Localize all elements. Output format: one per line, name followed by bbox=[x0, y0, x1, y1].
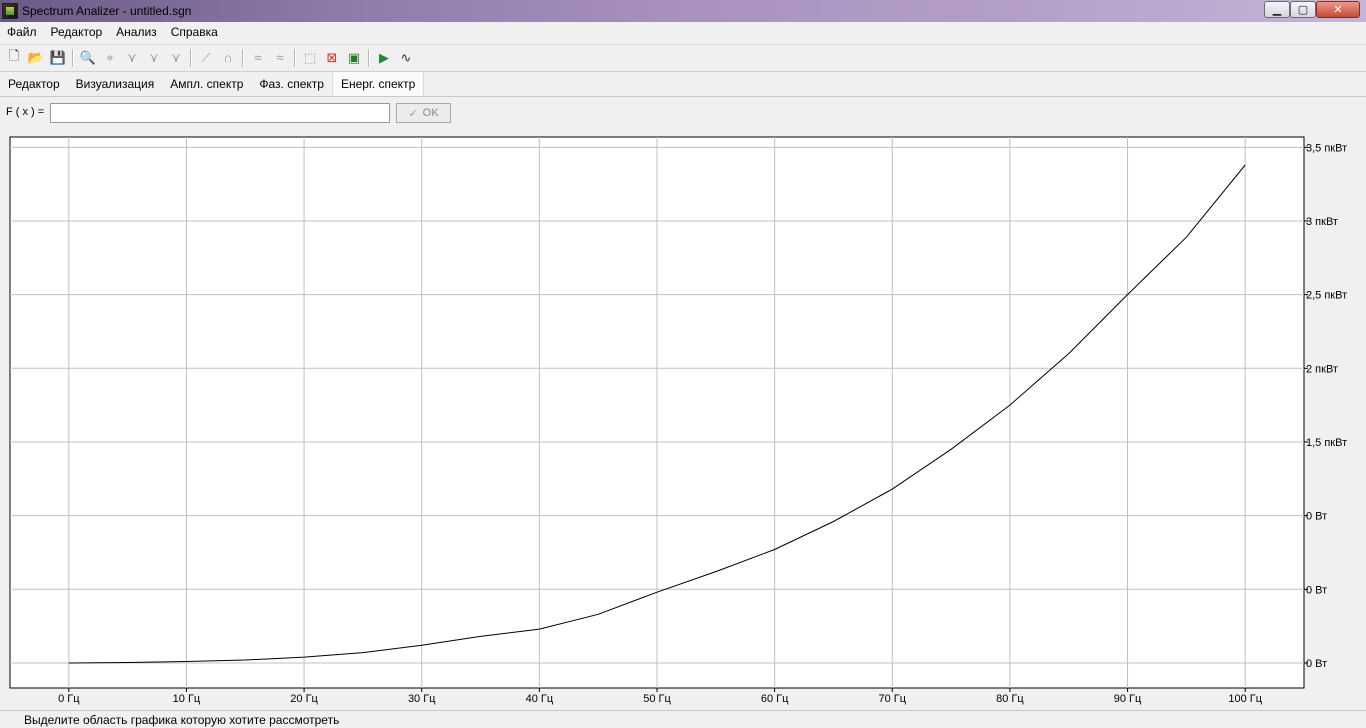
tab-visualization[interactable]: Визуализация bbox=[68, 72, 163, 96]
status-bar: Выделите область графика которую хотите … bbox=[0, 710, 1366, 728]
maximize-button[interactable]: ▢ bbox=[1290, 1, 1316, 18]
y-axis-ticks: 0 Вт 0 Вт 0 Вт 1,5 пкВт 2 пкВт 2,5 пкВт 3 пкВт… bbox=[1304, 142, 1347, 670]
graph-window-icon[interactable]: ▣ bbox=[343, 47, 365, 69]
toolbar-separator bbox=[190, 48, 192, 67]
x-tick-label: 20 Гц bbox=[290, 693, 318, 705]
chart-area[interactable]: 0 Гц 10 Гц 20 Гц 30 Гц 40 Гц 50 Гц 60 Гц 70 Гц 8… bbox=[0, 130, 1366, 710]
checkmark-icon: ✓ bbox=[408, 107, 418, 120]
filter-high-icon[interactable]: ⋎ bbox=[143, 47, 165, 69]
filter-low-icon[interactable]: ⋎ bbox=[121, 47, 143, 69]
tab-amplitude-spectrum[interactable]: Ампл. спектр bbox=[162, 72, 251, 96]
view-tabs: Редактор Визуализация Ампл. спектр Фаз. … bbox=[0, 71, 1366, 97]
wave-shift-right-icon[interactable]: ≈ bbox=[269, 47, 291, 69]
x-tick-label: 10 Гц bbox=[173, 693, 201, 705]
toolbar-separator bbox=[72, 48, 74, 67]
minimize-button[interactable]: ▁ bbox=[1264, 1, 1290, 18]
menu-analysis[interactable]: Анализ bbox=[109, 25, 164, 39]
y-tick-label: 0 Вт bbox=[1306, 584, 1327, 596]
line-icon[interactable]: ⟋ bbox=[195, 47, 217, 69]
window-title: Spectrum Analizer - untitled.sgn bbox=[22, 4, 192, 18]
y-tick-label: 2 пкВт bbox=[1306, 363, 1338, 375]
x-tick-label: 80 Гц bbox=[996, 693, 1024, 705]
title-bar: Spectrum Analizer - untitled.sgn ▁ ▢ ✕ bbox=[0, 0, 1366, 22]
x-tick-label: 70 Гц bbox=[878, 693, 906, 705]
x-tick-label: 60 Гц bbox=[761, 693, 789, 705]
save-icon[interactable]: 💾 bbox=[47, 47, 69, 69]
zoom-icon[interactable]: 🔍 bbox=[77, 47, 99, 69]
ok-button[interactable]: ✓ OK bbox=[396, 103, 451, 123]
x-tick-label: 50 Гц bbox=[643, 693, 671, 705]
menu-editor[interactable]: Редактор bbox=[44, 25, 110, 39]
x-tick-label: 30 Гц bbox=[408, 693, 436, 705]
curve-icon[interactable]: ∩ bbox=[217, 47, 239, 69]
wave-shift-left-icon[interactable]: ≈ bbox=[247, 47, 269, 69]
waveform-icon[interactable]: ∿ bbox=[395, 47, 417, 69]
tab-phase-spectrum[interactable]: Фаз. спектр bbox=[251, 72, 332, 96]
x-tick-label: 100 Гц bbox=[1228, 693, 1262, 705]
menu-file[interactable]: Файл bbox=[0, 25, 44, 39]
menu-bar: Файл Редактор Анализ Справка bbox=[0, 22, 1366, 42]
y-tick-label: 0 Вт bbox=[1306, 511, 1327, 523]
status-text: Выделите область графика которую хотите … bbox=[24, 713, 340, 727]
zoom-reset-icon[interactable]: ⊠ bbox=[321, 47, 343, 69]
y-tick-label: 3 пкВт bbox=[1306, 216, 1338, 228]
function-label: F ( x ) = bbox=[6, 106, 45, 118]
app-logo-icon bbox=[2, 3, 18, 19]
energy-spectrum-chart[interactable]: 0 Гц 10 Гц 20 Гц 30 Гц 40 Гц 50 Гц 60 Гц 70 Гц 8… bbox=[0, 130, 1366, 710]
ok-button-label: OK bbox=[422, 107, 439, 119]
toolbar: 🗋 📂 💾 🔍 ⌖ ⋎ ⋎ ⋎ ⟋ ∩ ≈ ≈ ⬚ ⊠ ▣ ▶ ∿ bbox=[0, 44, 1366, 70]
tab-energy-spectrum[interactable]: Енерг. спектр bbox=[331, 72, 425, 96]
zoom-region-icon[interactable]: ⬚ bbox=[299, 47, 321, 69]
filter-band-icon[interactable]: ⋎ bbox=[165, 47, 187, 69]
x-axis-ticks: 0 Гц 10 Гц 20 Гц 30 Гц 40 Гц 50 Гц 60 Гц 70 Гц 8… bbox=[58, 688, 1263, 705]
x-tick-label: 40 Гц bbox=[526, 693, 554, 705]
tab-editor[interactable]: Редактор bbox=[0, 72, 68, 96]
open-folder-icon[interactable]: 📂 bbox=[25, 47, 47, 69]
close-button[interactable]: ✕ bbox=[1316, 1, 1360, 18]
function-row: F ( x ) = ✓ OK bbox=[0, 100, 1366, 126]
function-input[interactable] bbox=[50, 103, 390, 123]
x-tick-label: 0 Гц bbox=[58, 693, 80, 705]
menu-help[interactable]: Справка bbox=[164, 25, 225, 39]
toolbar-separator bbox=[242, 48, 244, 67]
y-tick-label: 1,5 пкВт bbox=[1306, 437, 1347, 449]
toolbar-separator bbox=[294, 48, 296, 67]
x-tick-label: 90 Гц bbox=[1114, 693, 1142, 705]
toolbar-separator bbox=[368, 48, 370, 67]
window-controls: ▁ ▢ ✕ bbox=[1264, 1, 1360, 19]
play-icon[interactable]: ▶ bbox=[373, 47, 395, 69]
y-tick-label: 2,5 пкВт bbox=[1306, 290, 1347, 302]
y-tick-label: 0 Вт bbox=[1306, 658, 1327, 670]
crosshair-icon[interactable]: ⌖ bbox=[99, 47, 121, 69]
new-file-icon[interactable]: 🗋 bbox=[3, 47, 25, 69]
y-tick-label: 3,5 пкВт bbox=[1306, 142, 1347, 154]
